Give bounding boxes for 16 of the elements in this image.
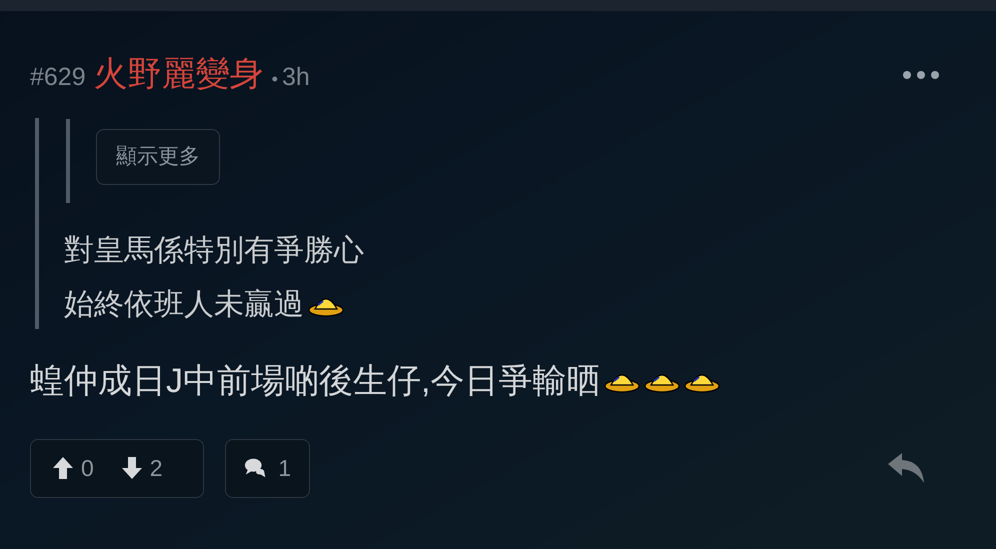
author-name[interactable]: 火野麗變身 — [94, 49, 264, 100]
arrow-up-icon — [53, 457, 73, 479]
more-icon — [902, 70, 940, 80]
comment-text: 蝗仲成日J中前場啲後生仔,今日爭輸晒 — [30, 360, 600, 402]
show-more-button[interactable]: 顯示更多 — [96, 129, 220, 184]
post-time: 3h — [282, 62, 310, 93]
comment-text: 始終依班人未贏過 — [64, 286, 304, 322]
replies-button[interactable]: 1 — [225, 438, 310, 498]
comments-icon — [244, 457, 266, 479]
reply-arrow-icon — [888, 453, 924, 483]
comment-text: 對皇馬係特別有爭勝心 — [64, 232, 364, 268]
post-number: #629 — [30, 62, 86, 93]
upvote-button[interactable]: 0 — [53, 450, 94, 486]
separator-dot: • — [272, 68, 278, 91]
downvote-button[interactable]: 2 — [122, 450, 163, 486]
arrow-down-icon — [122, 457, 142, 479]
